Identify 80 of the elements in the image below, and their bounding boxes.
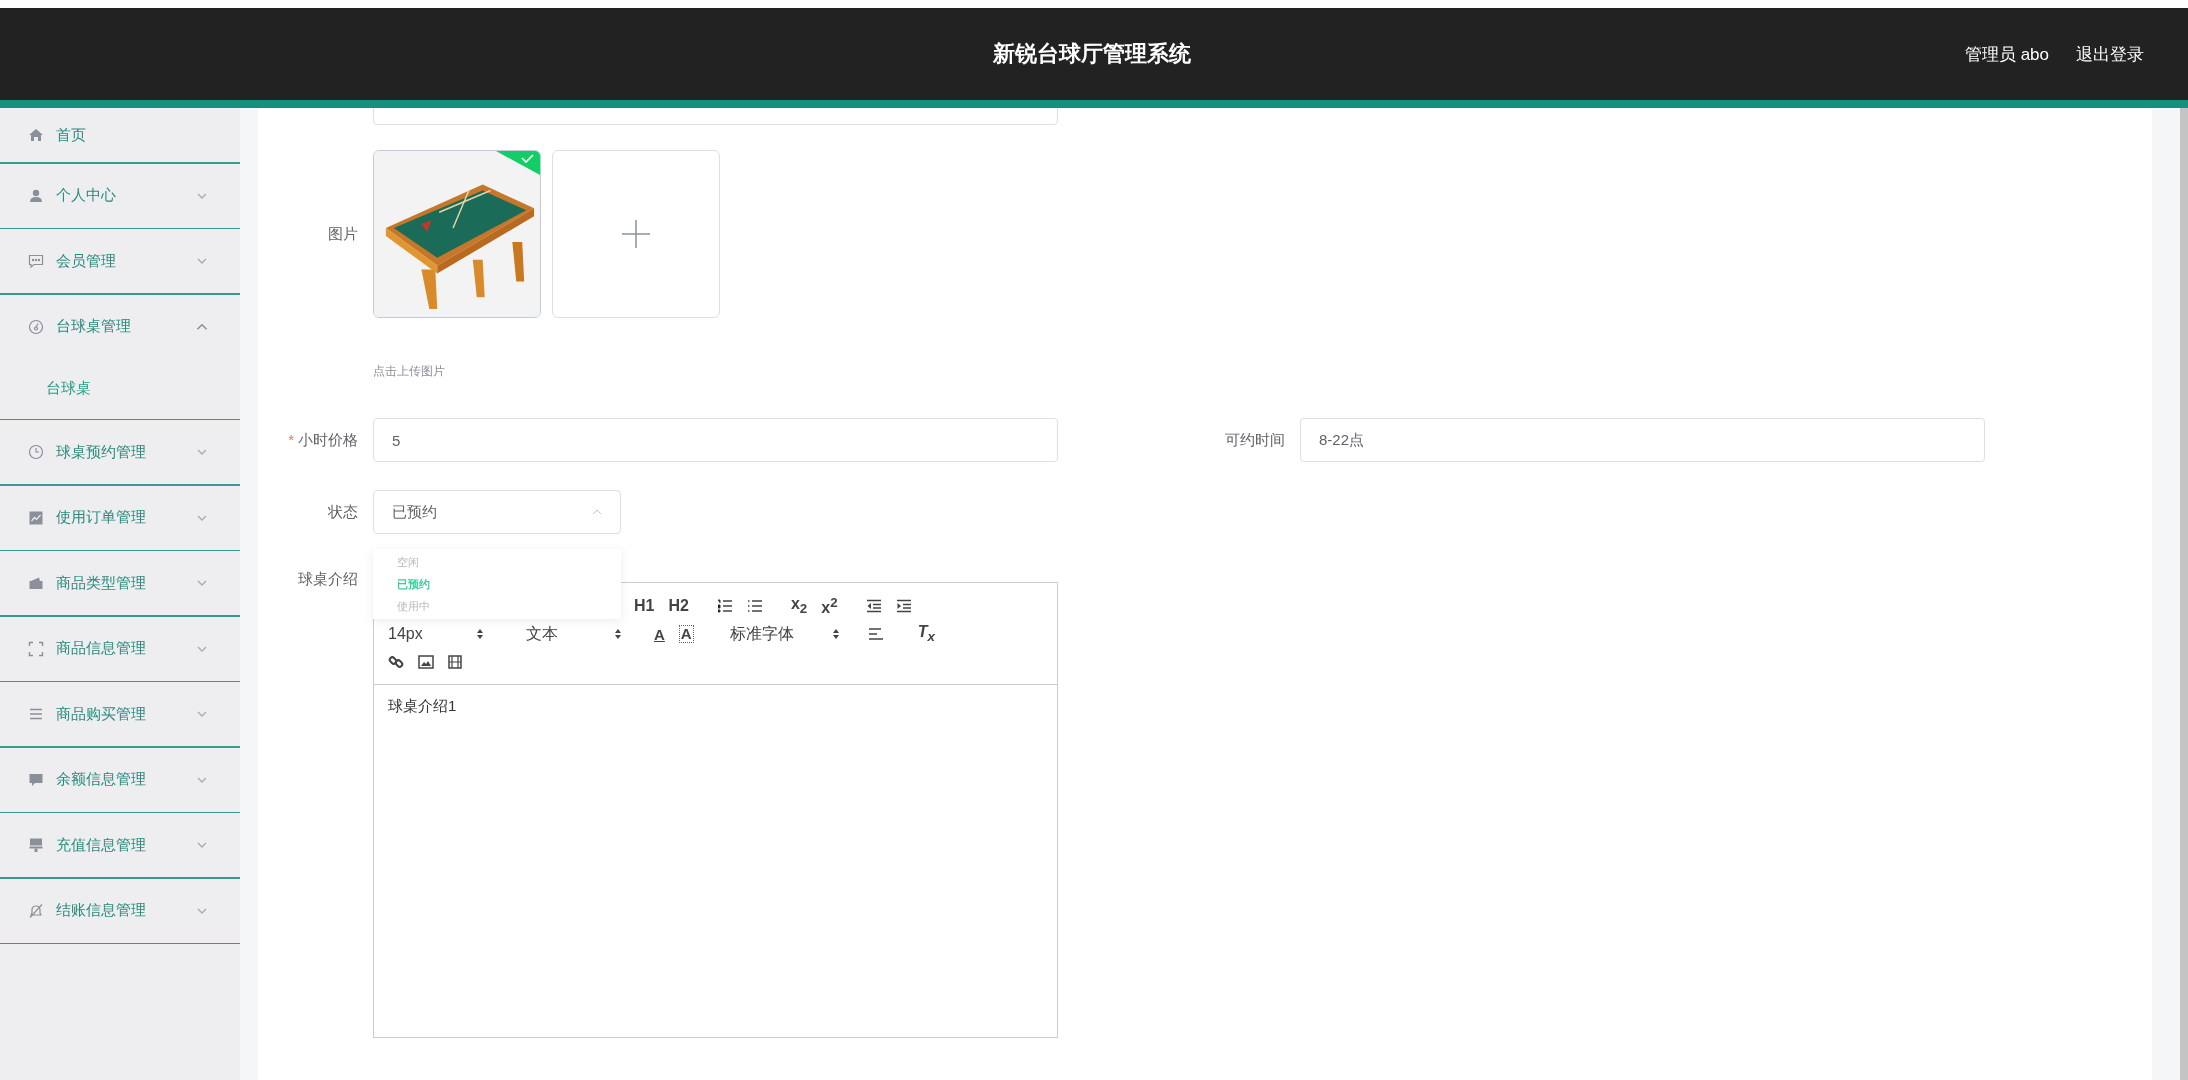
sidebar-label: 商品类型管理 (56, 573, 147, 593)
logout-link[interactable]: 退出登录 (2076, 42, 2144, 66)
outdent-icon[interactable] (865, 599, 882, 613)
user-label: 管理员 abo (1964, 43, 2049, 66)
field-label: 状态 (327, 502, 359, 522)
numbered-list-icon[interactable] (716, 599, 733, 613)
sidebar-item[interactable]: 使用订单管理 (0, 485, 240, 550)
required-mark: * (288, 430, 294, 448)
field-label: * 小时价格 (287, 430, 359, 450)
font-picker[interactable]: 标准字体 (729, 623, 840, 645)
sidebar-item[interactable]: 充值信息管理 (0, 813, 240, 877)
sidebar-label: 充值信息管理 (56, 835, 147, 855)
updown-icon (614, 628, 622, 640)
video-icon[interactable] (448, 655, 462, 669)
wallet-icon (28, 575, 44, 591)
dropdown-option[interactable]: 已预约 (373, 573, 621, 595)
scrollbar[interactable] (2180, 108, 2188, 1080)
message-icon (28, 771, 44, 788)
field-label: 图片 (327, 224, 359, 244)
sidebar-label: 台球桌管理 (56, 317, 132, 336)
background-color-button[interactable]: A (678, 625, 694, 643)
text-color-button[interactable]: A (654, 625, 665, 643)
bell-off-icon (28, 902, 44, 919)
stamp-icon (28, 837, 44, 853)
sidebar-item[interactable]: 余额信息管理 (0, 747, 240, 812)
dropdown-option[interactable]: 空闲 (373, 551, 621, 573)
sidebar-label: 商品购买管理 (56, 704, 147, 724)
select-value: 已预约 (392, 502, 437, 522)
sidebar-label: 个人中心 (56, 186, 117, 205)
plus-icon (622, 220, 650, 248)
clock-icon (28, 444, 44, 460)
align-icon[interactable] (867, 627, 884, 641)
list-icon (28, 706, 44, 722)
clear-format-button[interactable]: T$_{x}$ (917, 623, 935, 645)
sidebar-item[interactable]: 台球桌管理 (0, 294, 240, 359)
sidebar-label: 首页 (56, 125, 87, 145)
gauge-icon (28, 318, 44, 335)
sidebar-label: 会员管理 (56, 251, 117, 271)
sidebar-label: 球桌预约管理 (56, 442, 147, 462)
sidebar-item[interactable]: 首页 (0, 108, 240, 162)
script-button[interactable]: x$^{2}$ (821, 594, 838, 618)
heading-button[interactable]: H1 (634, 597, 655, 615)
app-title: 新锐台球厅管理系统 (993, 40, 1191, 68)
sidebar-item[interactable]: 球桌预约管理 (0, 420, 240, 484)
script-button[interactable]: x$_{2}$ (790, 595, 808, 617)
chart-icon (28, 509, 44, 526)
dropdown-option[interactable]: 使用中 (373, 595, 621, 617)
sidebar-label: 商品信息管理 (56, 639, 147, 658)
editor-text[interactable]: 球桌介绍1 (374, 685, 1057, 728)
home-icon (28, 127, 44, 143)
field-label: 可约时间 (1224, 430, 1286, 450)
bullet-list-icon[interactable] (746, 599, 763, 613)
price-input[interactable]: 5 (373, 418, 1058, 462)
sidebar-item[interactable]: 个人中心 (0, 163, 240, 228)
sidebar-label: 使用订单管理 (56, 508, 147, 527)
sidebar-item[interactable]: 商品类型管理 (0, 551, 240, 615)
image-icon[interactable] (418, 655, 434, 669)
indent-icon[interactable] (895, 599, 912, 613)
sidebar-item[interactable]: 商品购买管理 (0, 682, 240, 746)
time-input[interactable]: 8-22点 (1300, 418, 1985, 462)
updown-icon (476, 628, 484, 640)
status-select[interactable]: 已预约 (373, 490, 621, 534)
upload-hint: 点击上传图片 (373, 363, 445, 380)
format-picker[interactable]: 文本 (526, 623, 622, 645)
success-check-icon (496, 151, 540, 175)
heading-button[interactable]: H2 (668, 597, 689, 615)
frame-icon (28, 640, 44, 657)
sidebar-item[interactable]: 商品信息管理 (0, 616, 240, 681)
sidebar-item[interactable]: 会员管理 (0, 229, 240, 293)
chat-icon (28, 253, 44, 269)
sidebar-subitem[interactable]: 台球桌 (0, 358, 240, 419)
updown-icon (831, 628, 840, 640)
field-label: 球桌介绍 (297, 570, 359, 589)
sidebar-label: 结账信息管理 (56, 901, 147, 920)
size-picker[interactable]: 14px (388, 625, 484, 643)
caret-icon (592, 508, 602, 516)
sidebar-item[interactable]: 结账信息管理 (0, 878, 240, 943)
user-icon (28, 187, 44, 204)
link-icon[interactable] (388, 654, 404, 670)
sidebar-label: 余额信息管理 (56, 770, 147, 789)
